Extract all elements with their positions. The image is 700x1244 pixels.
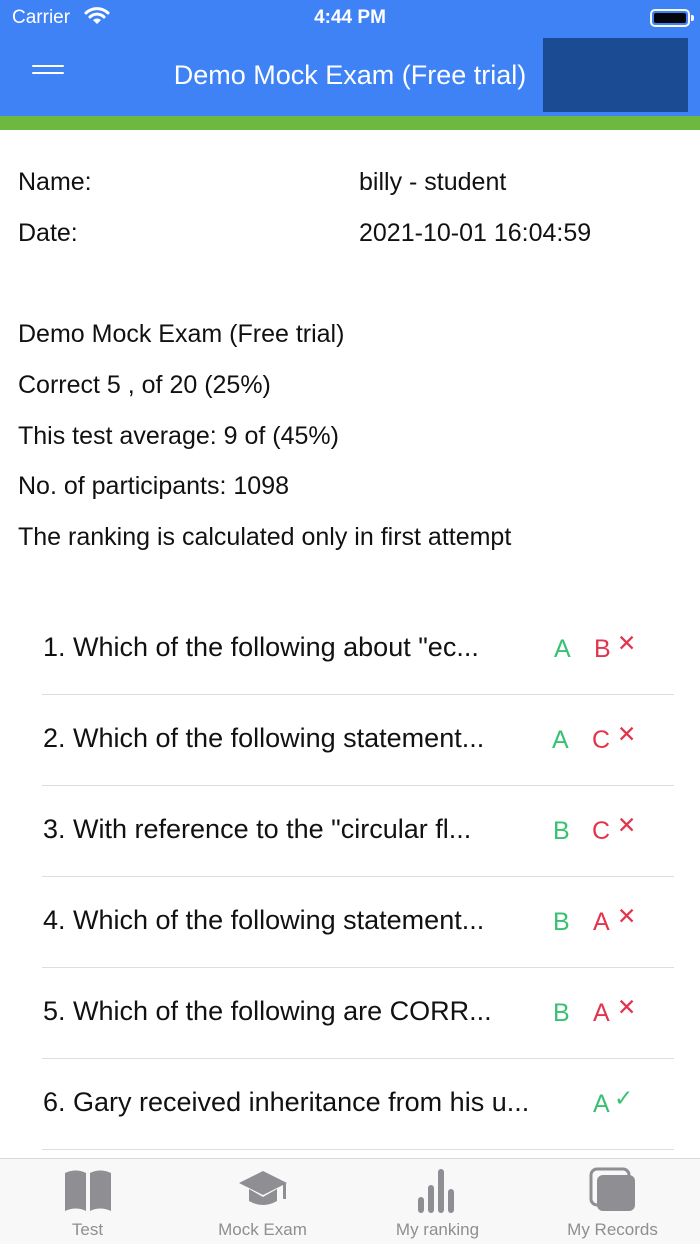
participant-count: No. of participants: 1098 [18, 472, 289, 500]
book-icon [65, 1170, 111, 1211]
accent-divider [0, 116, 700, 130]
tab-label: Mock Exam [218, 1220, 307, 1239]
tab-label: My ranking [395, 1220, 480, 1239]
question-text: 3. With reference to the "circular fl... [43, 814, 472, 844]
ranking-note: The ranking is calculated only in first … [18, 523, 512, 551]
tab-my-ranking[interactable]: My ranking [350, 1159, 525, 1244]
name-value: billy - student [359, 168, 507, 196]
chosen-answer: C [592, 817, 611, 845]
question-row[interactable]: 2. Which of the following statement... A… [42, 695, 674, 786]
question-row[interactable]: 6. Gary received inheritance from his u.… [42, 1059, 674, 1150]
clock-time: 4:44 PM [314, 7, 386, 28]
correct-answer: B [553, 908, 570, 936]
chosen-answer: A [593, 999, 610, 1027]
hamburger-menu-icon[interactable] [32, 60, 64, 84]
battery-icon [650, 9, 694, 27]
question-row[interactable]: 5. Which of the following are CORR... B … [42, 968, 674, 1059]
chosen-answer: A [593, 908, 610, 936]
chosen-answer: B [594, 635, 611, 663]
correct-answer: A [552, 726, 569, 754]
wrong-mark-icon: ✕ [617, 903, 637, 929]
wrong-mark-icon: ✕ [617, 812, 637, 838]
name-label: Name: [18, 168, 92, 196]
graduation-cap-icon [239, 1171, 287, 1205]
brand-logo [543, 38, 688, 112]
score-summary: Correct 5 , of 20 (25%) [18, 371, 271, 399]
wrong-mark-icon: ✕ [617, 994, 637, 1020]
correct-answer: B [553, 999, 570, 1027]
bar-chart-icon [418, 1169, 454, 1213]
question-text: 2. Which of the following statement... [43, 723, 485, 753]
exam-name: Demo Mock Exam (Free trial) [18, 320, 345, 348]
tab-test[interactable]: Test [0, 1159, 175, 1244]
date-value: 2021-10-01 16:04:59 [359, 219, 592, 247]
correct-answer: A [593, 1090, 610, 1118]
wrong-mark-icon: ✕ [617, 630, 637, 656]
nav-bar: Demo Mock Exam (Free trial) [0, 36, 700, 116]
tab-label: My Records [567, 1220, 658, 1239]
question-row[interactable]: 1. Which of the following about "ec... A… [42, 604, 674, 695]
question-text: 4. Which of the following statement... [43, 905, 485, 935]
wrong-mark-icon: ✕ [617, 721, 637, 747]
question-list: 1. Which of the following about "ec... A… [42, 604, 674, 1150]
question-text: 6. Gary received inheritance from his u.… [43, 1087, 530, 1117]
status-bar: Carrier 4:44 PM [0, 0, 700, 36]
date-label: Date: [18, 219, 78, 247]
correct-answer: B [553, 817, 570, 845]
test-average: This test average: 9 of (45%) [18, 422, 339, 450]
page-title: Demo Mock Exam (Free trial) [173, 60, 527, 90]
question-row[interactable]: 4. Which of the following statement... B… [42, 877, 674, 968]
chosen-answer: C [592, 726, 611, 754]
check-mark-icon: ✓ [614, 1085, 634, 1111]
correct-answer: A [554, 635, 571, 663]
question-text: 5. Which of the following are CORR... [43, 996, 492, 1026]
tab-mock-exam[interactable]: Mock Exam [175, 1159, 350, 1244]
question-text: 1. Which of the following about "ec... [43, 632, 479, 662]
question-row[interactable]: 3. With reference to the "circular fl...… [42, 786, 674, 877]
tab-bar: Test Mock Exam My ranking My Records [0, 1158, 700, 1244]
tab-my-records[interactable]: My Records [525, 1159, 700, 1244]
records-icon [589, 1167, 635, 1211]
tab-label: Test [71, 1220, 104, 1239]
